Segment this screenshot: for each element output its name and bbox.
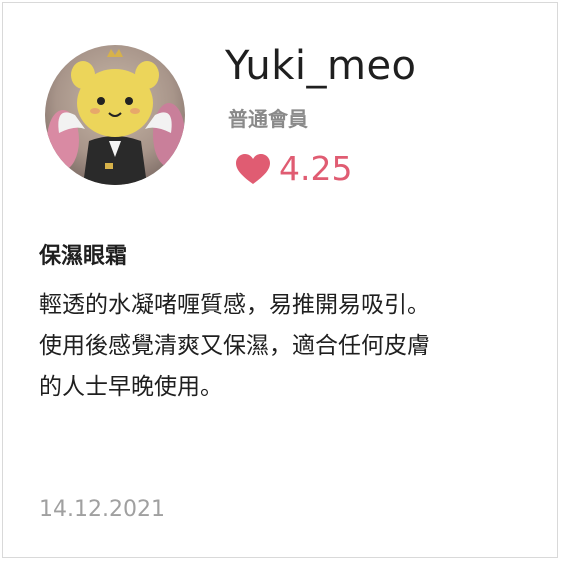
avatar-image [45, 45, 185, 185]
review-date: 14.12.2021 [39, 497, 165, 522]
review-body: 輕透的水凝啫喱質感，易推開易吸引。 使用後感覺清爽又保濕，適合任何皮膚 的人士早… [39, 292, 430, 400]
heart-icon [236, 153, 270, 184]
review-title: 保濕眼霜 [39, 244, 128, 269]
member-type-label: 普通會員 [228, 107, 308, 131]
review-card: Yuki_meo 普通會員 4.25 保濕眼霜 輕透的水凝啫喱質感，易推開易吸引… [2, 2, 558, 558]
rating: 4.25 [235, 149, 352, 188]
username[interactable]: Yuki_meo [225, 43, 417, 89]
rating-value: 4.25 [279, 149, 353, 188]
avatar[interactable] [45, 45, 185, 185]
